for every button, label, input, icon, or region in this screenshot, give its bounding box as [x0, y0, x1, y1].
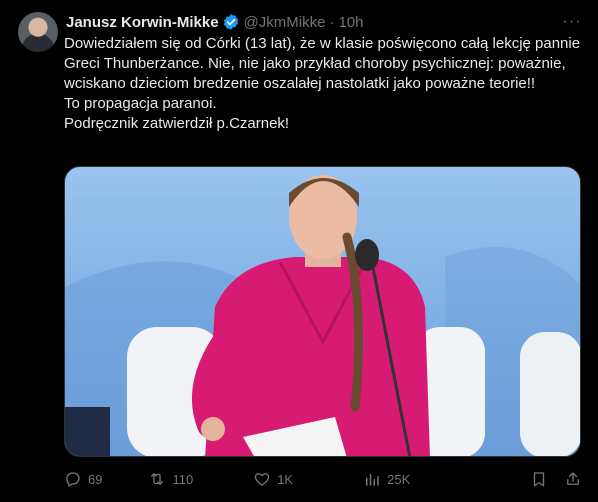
- more-options-icon[interactable]: ···: [562, 12, 582, 32]
- bookmark-icon: [533, 472, 545, 487]
- repost-button[interactable]: 110: [148, 470, 193, 488]
- reply-icon: [66, 472, 80, 487]
- tweet[interactable]: Janusz Korwin-Mikke @JkmMikke · 10h ··· …: [0, 0, 598, 502]
- avatar[interactable]: [18, 12, 58, 52]
- timestamp[interactable]: 10h: [338, 14, 363, 31]
- reply-count: 69: [88, 471, 103, 487]
- repost-count: 110: [172, 471, 194, 487]
- like-button[interactable]: 1K: [253, 470, 293, 488]
- heart-icon: [254, 473, 270, 486]
- reply-button[interactable]: 69: [64, 470, 102, 488]
- views-chart-icon: [366, 473, 379, 486]
- tweet-text: Dowiedziałem się od Córki (13 lat), że w…: [64, 35, 581, 132]
- author-name[interactable]: Janusz Korwin-Mikke: [66, 14, 219, 31]
- views-button[interactable]: 25K: [363, 470, 410, 488]
- speaker-photo-illustration: [65, 167, 580, 456]
- verified-badge-icon[interactable]: [222, 13, 240, 31]
- tweet-image[interactable]: [64, 166, 581, 457]
- like-count: 1K: [277, 471, 294, 487]
- action-bar: 69 110 1K 25K: [64, 468, 582, 490]
- separator-dot: ·: [329, 13, 335, 31]
- share-icon: [567, 472, 579, 485]
- share-button[interactable]: [564, 470, 582, 488]
- bookmark-button[interactable]: [530, 470, 548, 488]
- tweet-header: Janusz Korwin-Mikke @JkmMikke · 10h: [66, 12, 363, 32]
- repost-icon: [151, 473, 164, 485]
- author-handle[interactable]: @JkmMikke: [244, 14, 326, 31]
- views-count: 25K: [387, 471, 411, 487]
